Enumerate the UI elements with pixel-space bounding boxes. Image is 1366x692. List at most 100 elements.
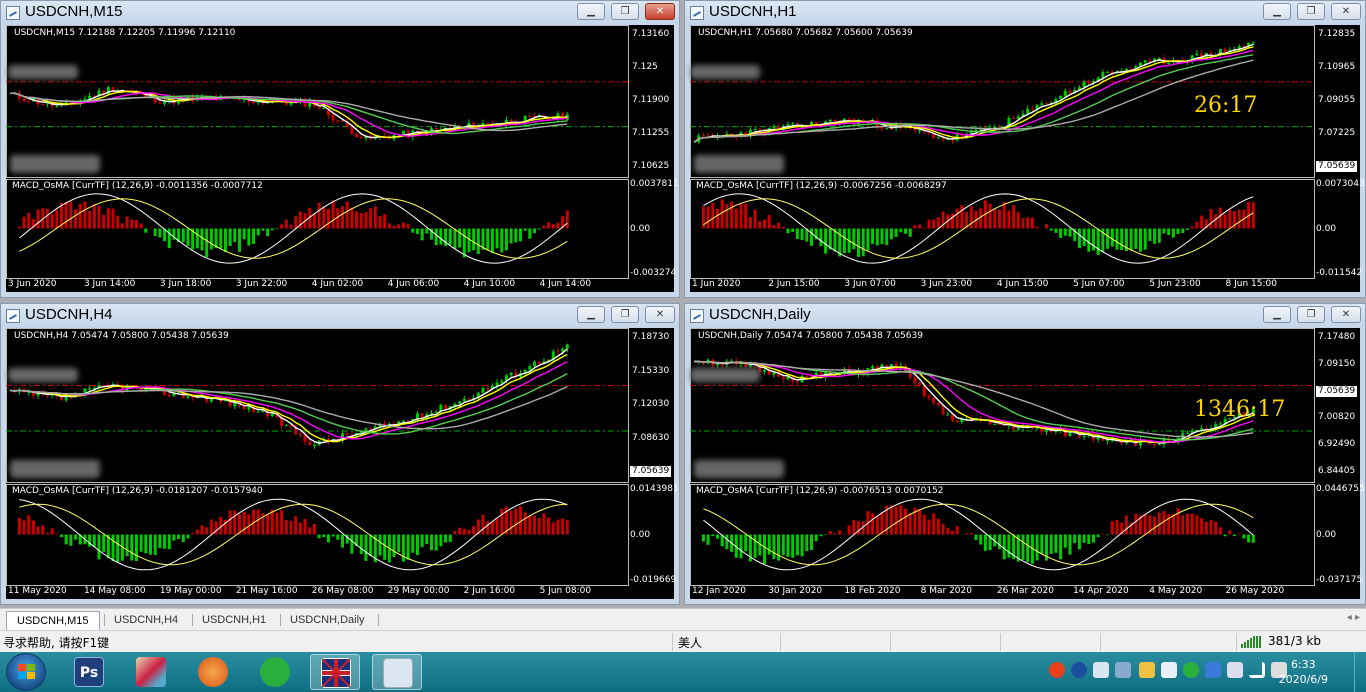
macd-bar — [74, 534, 78, 540]
taskbar-tool[interactable] — [372, 654, 422, 690]
tab-usdcnh-h1[interactable]: USDCNH,H1 — [192, 611, 276, 630]
taskbar-pinball[interactable] — [126, 654, 176, 690]
clock-date: 2020/6/9 — [1278, 673, 1328, 686]
macd-bar — [1157, 228, 1161, 243]
chart-window-m15[interactable]: USDCNH,M15 ▁ ❐ ✕ USDCNH,M15 7.12188 7.12… — [0, 0, 680, 298]
security-shield-icon[interactable] — [1205, 662, 1221, 678]
close-button[interactable]: ✕ — [1331, 3, 1361, 20]
redacted-area — [694, 155, 784, 173]
window-title: USDCNH,H4 — [25, 306, 113, 323]
time-axis-tick: 5 Jun 07:00 — [1073, 279, 1125, 289]
macd-bar — [875, 228, 879, 246]
candle-body — [932, 397, 936, 403]
macd-bar — [1096, 534, 1100, 538]
taskbar-photoshop[interactable]: Ps — [64, 654, 114, 690]
macd-bar — [951, 213, 954, 229]
macd-axis-tick: -0.003274 — [630, 268, 677, 278]
macd-bar — [36, 526, 40, 535]
minimize-button[interactable]: ▁ — [577, 3, 605, 20]
price-axis-tick: 7.09150 — [1318, 358, 1356, 369]
action-center-flag-icon[interactable] — [1227, 662, 1243, 678]
macd-bar — [500, 508, 504, 535]
maximize-button[interactable]: ❐ — [611, 3, 639, 20]
macd-bar — [144, 534, 148, 554]
close-button[interactable]: ✕ — [645, 306, 675, 323]
minimize-button[interactable]: ▁ — [1263, 3, 1291, 20]
time-axis-tick: 3 Jun 07:00 — [844, 279, 896, 289]
macd-bar — [191, 533, 195, 535]
ohlc-readout: USDCNH,Daily 7.05474 7.05800 7.05438 7.0… — [698, 331, 923, 341]
window-title: USDCNH,H1 — [709, 3, 797, 20]
macd-bar — [1223, 214, 1227, 229]
sogou-ime-icon[interactable] — [1049, 662, 1065, 678]
window-titlebar[interactable]: USDCNH,Daily ▁ ❐ ✕ — [685, 304, 1365, 328]
chart-window-h4[interactable]: USDCNH,H4 ▁ ❐ ✕ USDCNH,H4 7.05474 7.0580… — [0, 303, 680, 605]
macd-bar — [369, 208, 373, 229]
candle-body — [918, 382, 922, 385]
time-axis-tick: 26 Mar 2020 — [996, 586, 1054, 596]
chart-area[interactable]: USDCNH,H4 7.05474 7.05800 7.05438 7.0563… — [6, 328, 679, 599]
taskbar-metatrader[interactable] — [310, 654, 360, 690]
time-axis-tick: 11 May 2020 — [8, 586, 67, 596]
lock-icon[interactable] — [1139, 662, 1155, 678]
chart-window-h1[interactable]: USDCNH,H1 ▁ ❐ ✕ USDCNH,H1 7.05680 7.0568… — [684, 0, 1366, 298]
macd-bar — [270, 509, 274, 535]
macd-bar — [748, 217, 752, 229]
tab-usdcnh-daily[interactable]: USDCNH,Daily — [280, 611, 375, 630]
taskbar-wechat[interactable] — [250, 654, 300, 690]
macd-bar — [458, 527, 462, 535]
maximize-button[interactable]: ❐ — [611, 306, 639, 323]
macd-bar — [1054, 534, 1058, 553]
wechat-tray-icon[interactable] — [1183, 662, 1199, 678]
macd-bar — [509, 510, 513, 535]
chart-area[interactable]: USDCNH,H1 7.05680 7.05682 7.05600 7.0563… — [690, 25, 1365, 292]
price-axis-tick: 7.10965 — [1318, 62, 1356, 72]
macd-bar — [904, 228, 907, 234]
ma-green-line — [9, 372, 568, 435]
close-button[interactable]: ✕ — [1331, 306, 1361, 323]
maximize-button[interactable]: ❐ — [1297, 306, 1325, 323]
macd-bar — [233, 228, 237, 243]
chart-window-daily[interactable]: USDCNH,Daily ▁ ❐ ✕ USDCNH,Daily 7.05474 … — [684, 303, 1366, 605]
tab-usdcnh-m15[interactable]: USDCNH,M15 — [6, 611, 100, 630]
minimize-button[interactable]: ▁ — [577, 306, 605, 323]
macd-bar — [223, 228, 227, 253]
show-desktop-button[interactable] — [1354, 652, 1366, 692]
minimize-button[interactable]: ▁ — [1263, 306, 1291, 323]
maximize-button[interactable]: ❐ — [1297, 3, 1325, 20]
macd-bar — [1120, 228, 1124, 251]
close-button[interactable]: ✕ — [645, 3, 675, 20]
macd-bar — [55, 533, 59, 535]
start-button[interactable] — [6, 653, 46, 691]
macd-bar — [415, 534, 419, 556]
tab-usdcnh-h4[interactable]: USDCNH,H4 — [104, 611, 188, 630]
window-titlebar[interactable]: USDCNH,H4 ▁ ❐ ✕ — [1, 304, 679, 328]
candle-body — [486, 387, 490, 390]
candle-body — [528, 366, 532, 370]
wifi-signal-icon[interactable] — [1249, 662, 1265, 678]
candle-body — [1218, 423, 1222, 425]
system-clock[interactable]: 6:33 2020/6/9 — [1279, 657, 1328, 687]
macd-bar — [537, 228, 541, 230]
macd-bar — [200, 228, 204, 251]
candle-body — [1186, 432, 1189, 434]
connection-traffic: 381/3 kb — [1268, 634, 1321, 648]
candle-body — [1068, 90, 1072, 94]
macd-bar — [983, 534, 987, 551]
network-share-icon[interactable] — [1115, 662, 1131, 678]
candle-body — [336, 120, 340, 122]
cloud-icon[interactable] — [1161, 662, 1177, 678]
macd-bar — [706, 534, 710, 545]
status-profile-name: 美人 — [678, 636, 703, 650]
chart-area[interactable]: USDCNH,M15 7.12188 7.12205 7.11996 7.121… — [6, 25, 679, 292]
tab-scroll-arrows[interactable]: ◂ ▸ — [1347, 612, 1360, 623]
macd-bar — [1186, 513, 1189, 535]
help-icon[interactable] — [1071, 662, 1087, 678]
window-titlebar[interactable]: USDCNH,M15 ▁ ❐ ✕ — [1, 1, 679, 25]
taskbar-foxmail[interactable] — [188, 654, 238, 690]
window-titlebar[interactable]: USDCNH,H1 ▁ ❐ ✕ — [685, 1, 1365, 25]
input-settings-icon[interactable] — [1093, 662, 1109, 678]
macd-bar — [1134, 228, 1138, 249]
macd-bar — [565, 210, 569, 229]
chart-area[interactable]: USDCNH,Daily 7.05474 7.05800 7.05438 7.0… — [690, 328, 1365, 599]
